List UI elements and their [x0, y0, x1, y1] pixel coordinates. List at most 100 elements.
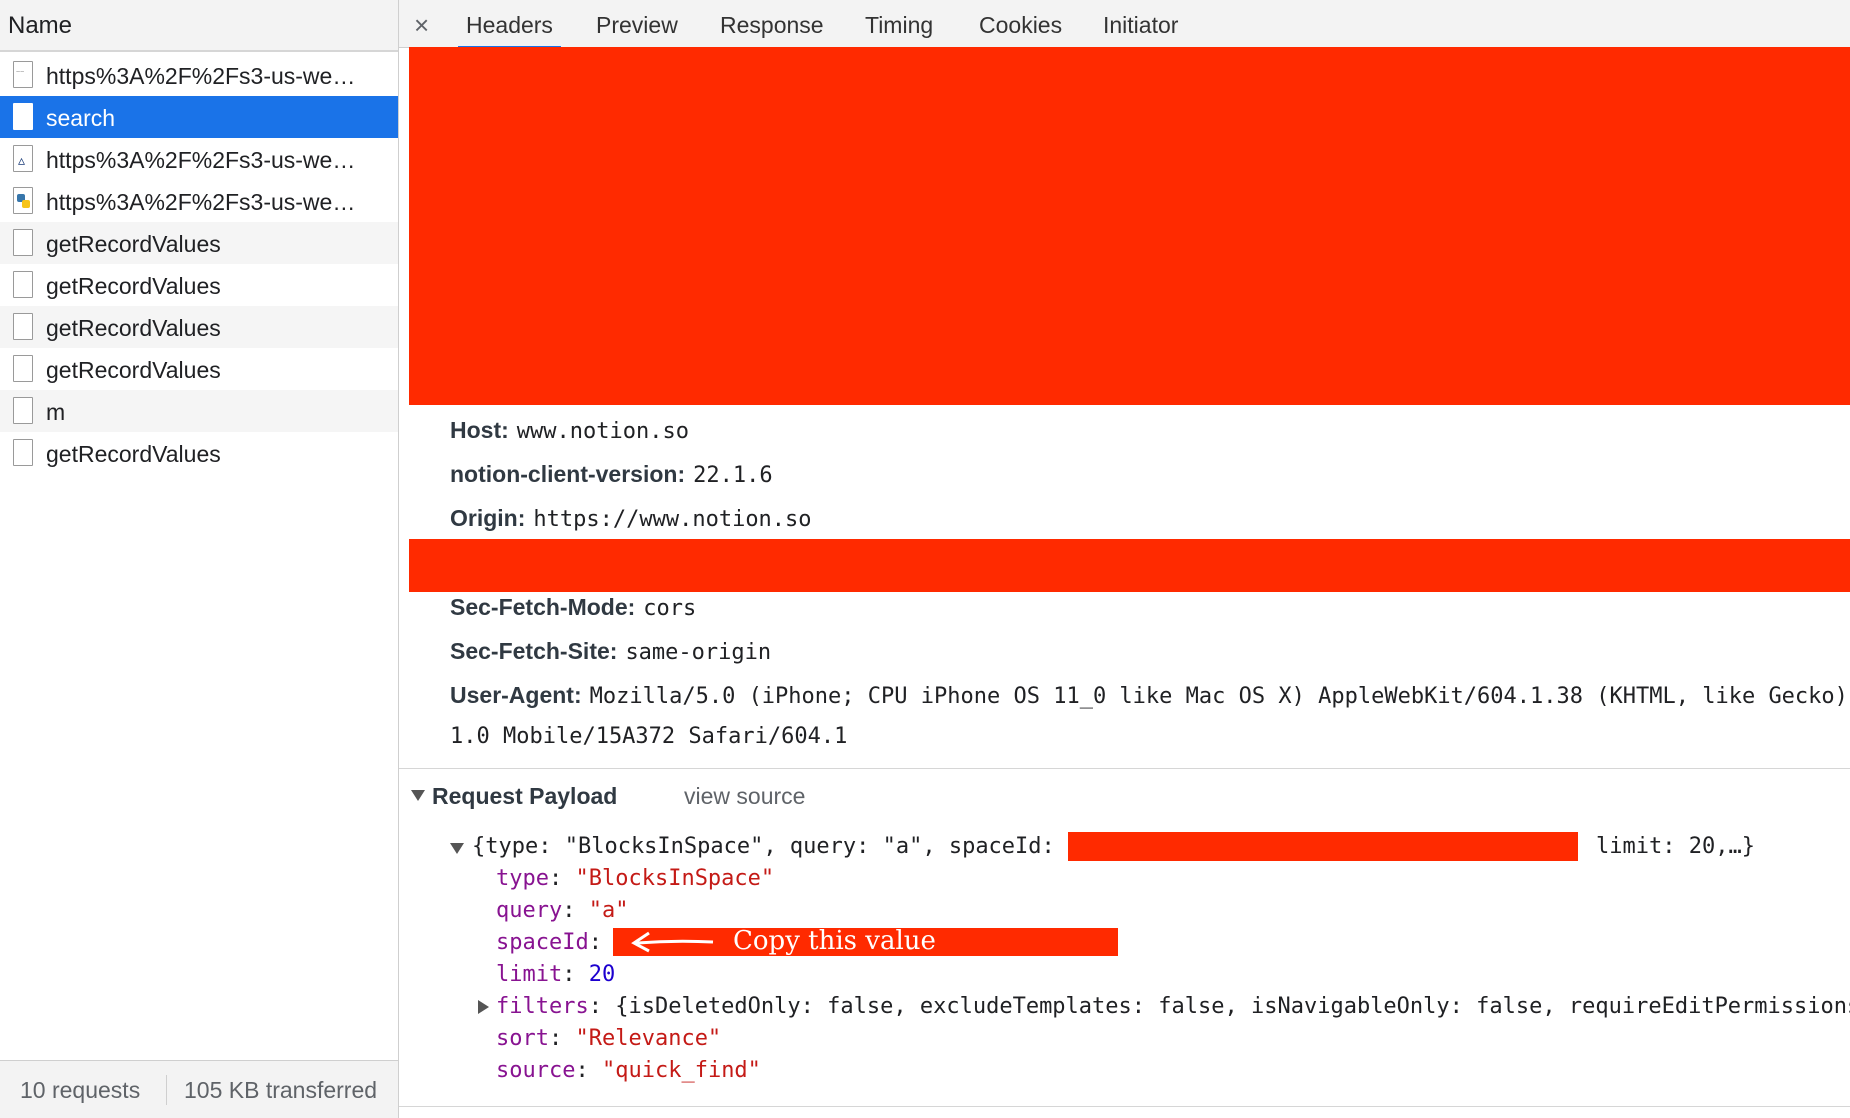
payload-field-sort: sort: "Relevance" — [496, 1026, 722, 1051]
request-payload-title[interactable]: Request Payload — [432, 783, 617, 810]
expand-triangle-icon[interactable] — [478, 1000, 489, 1014]
request-name: getRecordValues — [46, 441, 221, 467]
redaction-block — [409, 47, 1850, 405]
view-source-link[interactable]: view source — [684, 783, 805, 810]
python-file-icon — [13, 187, 33, 214]
header-name: notion-client-version: — [450, 461, 686, 487]
header-name: Sec-Fetch-Site: — [450, 638, 618, 664]
payload-summary[interactable]: {type: "BlocksInSpace", query: "a", spac… — [472, 834, 1055, 859]
request-name: getRecordValues — [46, 315, 221, 341]
redaction-block — [409, 539, 1850, 592]
payload-field-source: source: "quick_find" — [496, 1058, 761, 1083]
status-divider — [166, 1075, 167, 1105]
header-name: Sec-Fetch-Mode: — [450, 594, 636, 620]
tab-cookies[interactable]: Cookies — [979, 12, 1062, 39]
arrow-left-icon — [631, 931, 714, 953]
payload-field-spaceid: spaceId: — [496, 930, 602, 955]
payload-field-limit: limit: 20 — [496, 962, 616, 987]
request-row[interactable]: ~~ https%3A%2F%2Fs3-us-we… — [0, 54, 398, 96]
document-icon — [13, 313, 33, 340]
collapse-triangle-icon[interactable] — [411, 790, 425, 801]
close-icon[interactable]: × — [414, 10, 429, 41]
bottom-divider — [399, 1106, 1850, 1107]
header-host: Host: www.notion.so — [450, 417, 689, 444]
header-value: same-origin — [625, 640, 772, 665]
request-row[interactable]: getRecordValues — [0, 348, 398, 390]
field-value: 20 — [588, 962, 616, 987]
field-value: "Relevance" — [575, 1026, 722, 1051]
request-row[interactable]: getRecordValues — [0, 306, 398, 348]
payload-field-query: query: "a" — [496, 898, 629, 923]
request-row[interactable]: m — [0, 390, 398, 432]
request-row[interactable]: getRecordValues — [0, 432, 398, 474]
document-icon — [13, 439, 33, 466]
tab-preview[interactable]: Preview — [596, 12, 678, 39]
payload-field-filters[interactable]: filters: {isDeletedOnly: false, excludeT… — [496, 994, 1850, 1019]
copy-value-annotation: Copy this value — [733, 926, 936, 956]
header-client-version: notion-client-version: 22.1.6 — [450, 461, 773, 488]
tab-initiator[interactable]: Initiator — [1103, 12, 1178, 39]
request-detail-panel: × Headers Preview Response Timing Cookie… — [399, 0, 1850, 1118]
field-value: "a" — [588, 898, 629, 923]
document-icon — [13, 397, 33, 424]
request-name: m — [46, 399, 66, 425]
request-row-selected[interactable]: search — [0, 96, 398, 138]
field-key: source — [496, 1058, 576, 1083]
header-sec-fetch-mode: Sec-Fetch-Mode: cors — [450, 594, 696, 621]
field-value: "BlocksInSpace" — [575, 866, 775, 891]
expand-triangle-icon[interactable] — [450, 843, 464, 854]
request-list: ~~ https%3A%2F%2Fs3-us-we… search ▵ http… — [0, 54, 398, 474]
name-column-label: Name — [8, 12, 73, 39]
field-key: filters — [496, 994, 589, 1019]
document-icon — [13, 271, 33, 298]
header-value: Mozilla/5.0 (iPhone; CPU iPhone OS 11_0 … — [589, 684, 1848, 709]
request-name: search — [46, 105, 116, 131]
request-name: getRecordValues — [46, 273, 221, 299]
field-value: "quick_find" — [601, 1058, 761, 1083]
font-file-icon: ~~ — [13, 61, 33, 88]
header-value: 22.1.6 — [693, 463, 773, 488]
request-list-panel: Name ~~ https%3A%2F%2Fs3-us-we… search ▵… — [0, 0, 399, 1118]
document-icon — [13, 229, 33, 256]
header-origin: Origin: https://www.notion.so — [450, 505, 812, 532]
section-divider — [399, 768, 1850, 769]
request-name: getRecordValues — [46, 357, 221, 383]
request-row[interactable]: ▵ https%3A%2F%2Fs3-us-we… — [0, 138, 398, 180]
transferred-size: 105 KB transferred — [184, 1077, 378, 1103]
payload-field-type: type: "BlocksInSpace" — [496, 866, 775, 891]
request-row[interactable]: getRecordValues — [0, 264, 398, 306]
detail-tab-bar: × Headers Preview Response Timing Cookie… — [399, 0, 1850, 49]
header-sec-fetch-site: Sec-Fetch-Site: same-origin — [450, 638, 771, 665]
field-key: sort — [496, 1026, 549, 1051]
request-name: https%3A%2F%2Fs3-us-we… — [46, 189, 356, 215]
request-count: 10 requests — [20, 1077, 141, 1103]
header-user-agent: User-Agent: Mozilla/5.0 (iPhone; CPU iPho… — [450, 682, 1848, 709]
payload-summary-tail: limit: 20,…} — [1596, 834, 1755, 859]
field-key: type — [496, 866, 549, 891]
status-bar: 10 requests 105 KB transferred — [0, 1060, 398, 1118]
field-key: limit — [496, 962, 563, 987]
tab-headers[interactable]: Headers — [458, 12, 561, 49]
header-name: Origin: — [450, 505, 526, 531]
request-name: https%3A%2F%2Fs3-us-we… — [46, 147, 356, 173]
header-value: https://www.notion.so — [533, 507, 812, 532]
tab-response[interactable]: Response — [720, 12, 824, 39]
document-icon — [13, 103, 33, 130]
name-column-header[interactable]: Name — [0, 0, 398, 52]
document-icon — [13, 355, 33, 382]
field-key: spaceId — [496, 930, 589, 955]
field-key: query — [496, 898, 563, 923]
request-row[interactable]: getRecordValues — [0, 222, 398, 264]
header-value: cors — [643, 596, 697, 621]
vector-image-icon: ▵ — [13, 145, 33, 172]
request-name: https%3A%2F%2Fs3-us-we… — [46, 63, 356, 89]
header-name: User-Agent: — [450, 682, 582, 708]
field-value: {isDeletedOnly: false, excludeTemplates:… — [615, 994, 1850, 1019]
header-value-continued: 1.0 Mobile/15A372 Safari/604.1 — [450, 724, 848, 749]
header-name: Host: — [450, 417, 509, 443]
tab-timing[interactable]: Timing — [865, 12, 933, 39]
request-name: getRecordValues — [46, 231, 221, 257]
redaction-block — [1068, 832, 1578, 861]
request-row[interactable]: https%3A%2F%2Fs3-us-we… — [0, 180, 398, 222]
header-value: www.notion.so — [516, 419, 689, 444]
